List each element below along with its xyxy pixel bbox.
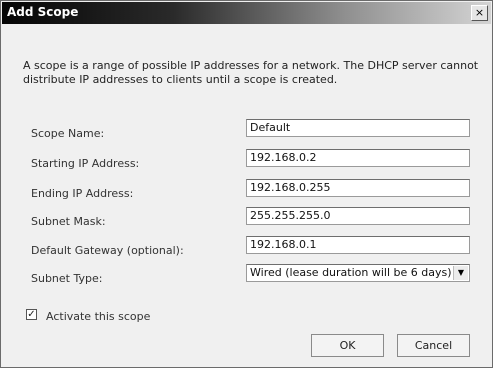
subnet-type-select[interactable]: Wired (lease duration will be 6 days) ▼ bbox=[246, 264, 470, 282]
activate-scope-checkbox[interactable]: ✓ bbox=[26, 309, 37, 320]
add-scope-dialog: Add Scope × A scope is a range of possib… bbox=[0, 0, 493, 368]
subnet-type-value: Wired (lease duration will be 6 days) bbox=[250, 266, 452, 279]
scope-name-label: Scope Name: bbox=[31, 127, 105, 140]
ending-ip-label: Ending IP Address: bbox=[31, 187, 134, 200]
close-icon: × bbox=[474, 6, 485, 19]
scope-name-input[interactable]: Default bbox=[246, 119, 470, 137]
close-button[interactable]: × bbox=[471, 5, 488, 21]
subnet-mask-input[interactable]: 255.255.255.0 bbox=[246, 207, 470, 225]
cancel-button[interactable]: Cancel bbox=[397, 334, 470, 357]
dialog-title: Add Scope bbox=[7, 5, 79, 19]
ending-ip-input[interactable]: 192.168.0.255 bbox=[246, 179, 470, 197]
title-bar[interactable]: Add Scope × bbox=[2, 2, 491, 24]
dialog-description: A scope is a range of possible IP addres… bbox=[23, 59, 479, 86]
default-gateway-label: Default Gateway (optional): bbox=[31, 244, 184, 257]
chevron-down-icon[interactable]: ▼ bbox=[453, 266, 468, 280]
ok-button[interactable]: OK bbox=[311, 334, 384, 357]
default-gateway-input[interactable]: 192.168.0.1 bbox=[246, 236, 470, 254]
subnet-type-label: Subnet Type: bbox=[31, 272, 103, 285]
starting-ip-input[interactable]: 192.168.0.2 bbox=[246, 149, 470, 167]
subnet-mask-label: Subnet Mask: bbox=[31, 215, 106, 228]
checkmark-icon: ✓ bbox=[27, 309, 36, 320]
starting-ip-label: Starting IP Address: bbox=[31, 157, 140, 170]
activate-scope-label[interactable]: Activate this scope bbox=[46, 310, 150, 323]
